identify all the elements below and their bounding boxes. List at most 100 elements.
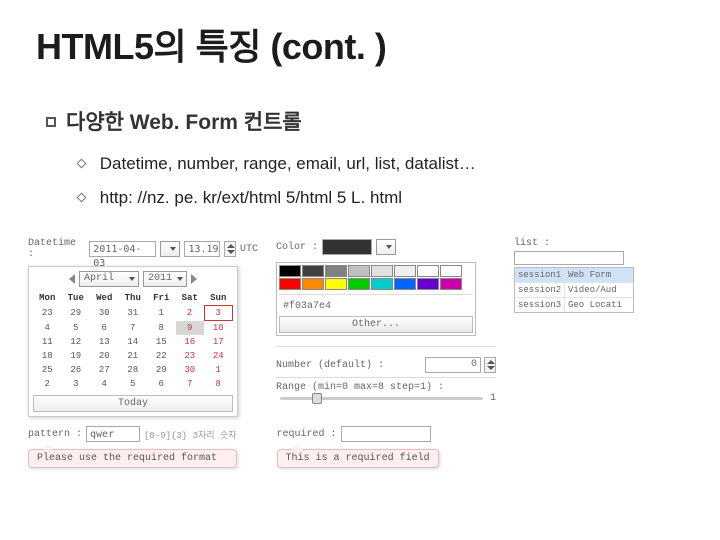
calendar-day[interactable]: 23 xyxy=(33,306,62,321)
calendar-day[interactable]: 27 xyxy=(90,363,119,377)
calendar-day[interactable]: 2 xyxy=(33,377,62,391)
color-swatch[interactable] xyxy=(302,278,324,290)
calendar-today-button[interactable]: Today xyxy=(33,395,233,412)
calendar-day[interactable]: 24 xyxy=(204,349,233,363)
required-input[interactable] xyxy=(341,426,431,442)
calendar-day[interactable]: 1 xyxy=(147,306,176,321)
color-swatch[interactable] xyxy=(440,278,462,290)
list-item-key: session2 xyxy=(515,283,565,297)
calendar-day[interactable]: 14 xyxy=(119,335,148,349)
calendar-day[interactable]: 30 xyxy=(90,306,119,321)
range-slider[interactable] xyxy=(280,397,483,400)
calendar-day[interactable]: 3 xyxy=(62,377,91,391)
calendar-day[interactable]: 28 xyxy=(119,363,148,377)
calendar-day[interactable]: 21 xyxy=(119,349,148,363)
color-swatch[interactable] xyxy=(279,265,301,277)
color-swatch[interactable] xyxy=(279,278,301,290)
color-input[interactable] xyxy=(322,239,372,255)
datetime-time-input[interactable]: 13.19 xyxy=(184,241,220,257)
calendar-day[interactable]: 4 xyxy=(90,377,119,391)
color-other-button[interactable]: Other... xyxy=(279,316,473,333)
range-thumb[interactable] xyxy=(312,393,322,404)
cal-day-head: Tue xyxy=(62,291,91,306)
calendar-day[interactable]: 6 xyxy=(147,377,176,391)
required-tooltip: This is a required field xyxy=(277,449,439,468)
calendar-day[interactable]: 5 xyxy=(119,377,148,391)
color-swatch[interactable] xyxy=(394,265,416,277)
list-item[interactable]: session1 Web Form xyxy=(515,268,633,283)
color-swatch[interactable] xyxy=(417,265,439,277)
color-dropdown[interactable] xyxy=(376,239,396,255)
bullet-label: 다양한 Web. Form 컨트롤 xyxy=(66,106,302,136)
calendar-day[interactable]: 6 xyxy=(90,321,119,336)
calendar-day[interactable]: 19 xyxy=(62,349,91,363)
calendar-day[interactable]: 8 xyxy=(147,321,176,336)
color-swatch[interactable] xyxy=(440,265,462,277)
datetime-date-dropdown[interactable] xyxy=(160,241,180,257)
pattern-tooltip: Please use the required format xyxy=(28,449,237,468)
cal-year-select[interactable]: 2011 xyxy=(143,271,187,287)
number-spinner[interactable] xyxy=(484,357,496,373)
calendar-day[interactable]: 11 xyxy=(33,335,62,349)
list-item[interactable]: session2 Video/Aud xyxy=(515,283,633,298)
calendar-day[interactable]: 16 xyxy=(176,335,205,349)
time-spinner[interactable] xyxy=(224,241,236,257)
diamond-icon xyxy=(77,159,87,169)
calendar-day[interactable]: 1 xyxy=(204,363,233,377)
list-item-value: Geo Locati xyxy=(565,298,633,312)
calendar-day[interactable]: 30 xyxy=(176,363,205,377)
calendar-day[interactable]: 25 xyxy=(33,363,62,377)
calendar-day[interactable]: 2 xyxy=(176,306,205,321)
color-swatch[interactable] xyxy=(325,265,347,277)
calendar-day[interactable]: 26 xyxy=(62,363,91,377)
color-swatch[interactable] xyxy=(394,278,416,290)
color-swatch[interactable] xyxy=(348,265,370,277)
list-item-key: session1 xyxy=(515,268,565,282)
calendar-day[interactable]: 20 xyxy=(90,349,119,363)
color-swatch[interactable] xyxy=(325,278,347,290)
calendar-day[interactable]: 7 xyxy=(176,377,205,391)
calendar-day[interactable]: 9 xyxy=(176,321,205,336)
calendar-day[interactable]: 12 xyxy=(62,335,91,349)
list-input[interactable] xyxy=(514,251,624,265)
color-swatch[interactable] xyxy=(371,278,393,290)
calendar-day[interactable]: 15 xyxy=(147,335,176,349)
sub-bullet-2-text: http: //nz. pe. kr/ext/html 5/html 5 L. … xyxy=(100,188,402,207)
cal-month-select[interactable]: April xyxy=(79,271,139,287)
color-swatch[interactable] xyxy=(302,265,324,277)
datetime-label: Datetime : xyxy=(28,238,85,260)
calendar-day[interactable]: 3 xyxy=(204,306,233,321)
calendar-day[interactable]: 29 xyxy=(147,363,176,377)
color-swatch[interactable] xyxy=(371,265,393,277)
calendar-day[interactable]: 17 xyxy=(204,335,233,349)
pattern-hint: [0-9]{3} 3자리 숫자 xyxy=(144,428,237,441)
number-label: Number (default) : xyxy=(276,360,384,371)
cal-next-icon[interactable] xyxy=(191,274,197,284)
calendar-day[interactable]: 23 xyxy=(176,349,205,363)
bullet-square-icon xyxy=(46,117,56,127)
required-label: required : xyxy=(277,429,337,440)
list-item-key: session3 xyxy=(515,298,565,312)
calendar-day[interactable]: 22 xyxy=(147,349,176,363)
calendar-day[interactable]: 31 xyxy=(119,306,148,321)
calendar-day[interactable]: 10 xyxy=(204,321,233,336)
calendar-day[interactable]: 7 xyxy=(119,321,148,336)
calendar-day[interactable]: 4 xyxy=(33,321,62,336)
cal-prev-icon[interactable] xyxy=(69,274,75,284)
datetime-date-input[interactable]: 2011-04-03 xyxy=(89,241,156,257)
calendar-day[interactable]: 18 xyxy=(33,349,62,363)
number-input[interactable]: 0 xyxy=(425,357,481,373)
list-item-value: Video/Aud xyxy=(565,283,633,297)
calendar-day[interactable]: 13 xyxy=(90,335,119,349)
calendar-day[interactable]: 29 xyxy=(62,306,91,321)
color-label: Color : xyxy=(276,242,318,253)
calendar-day[interactable]: 8 xyxy=(204,377,233,391)
calendar-day[interactable]: 5 xyxy=(62,321,91,336)
range-label: Range (min=0 max=8 step=1) : xyxy=(276,382,444,393)
color-swatch[interactable] xyxy=(348,278,370,290)
cal-day-head: Mon xyxy=(33,291,62,306)
list-dropdown[interactable]: session1 Web Form session2 Video/Aud ses… xyxy=(514,267,634,313)
pattern-input[interactable]: qwer xyxy=(86,426,140,442)
list-item[interactable]: session3 Geo Locati xyxy=(515,298,633,312)
color-swatch[interactable] xyxy=(417,278,439,290)
